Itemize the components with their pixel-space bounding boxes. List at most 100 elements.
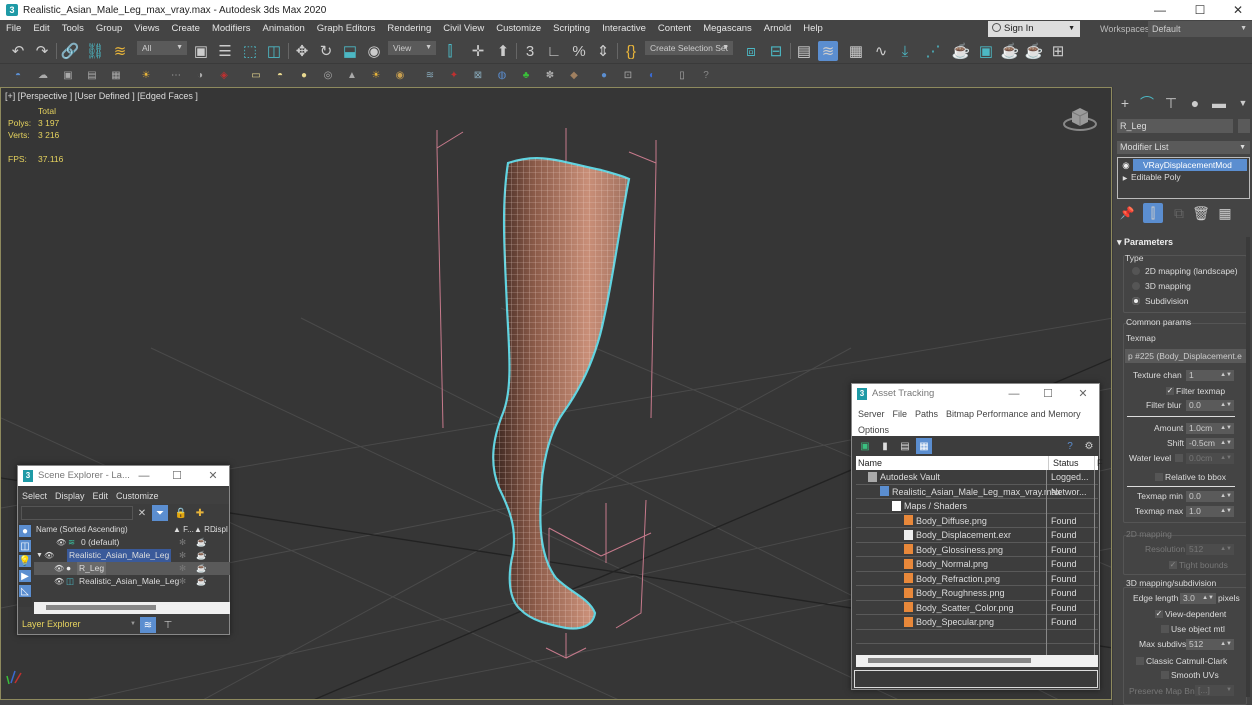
viewport-layout-icon[interactable]: ◓: [10, 67, 26, 83]
se-menu-select[interactable]: Select: [18, 488, 51, 504]
filter-texmap-checkbox[interactable]: ✓: [1166, 387, 1174, 395]
at-menu-bitmap-performance-and-memory[interactable]: Bitmap Performance and Memory: [942, 406, 1085, 422]
list-icon[interactable]: ▤: [84, 67, 100, 83]
column-header-full-path[interactable]: F: [1094, 456, 1103, 470]
keyboard-shortcut-override-icon[interactable]: ⬆: [493, 41, 513, 61]
selection-filter-dropdown[interactable]: All ▼: [137, 41, 187, 55]
globe-icon[interactable]: ◍: [494, 67, 510, 83]
stack-item-editable-poly[interactable]: ▶ Editable Poly: [1119, 171, 1248, 183]
relative-bbox-checkbox[interactable]: [1155, 473, 1163, 481]
help-circle-icon[interactable]: ?: [698, 67, 714, 83]
menu-group[interactable]: Group: [90, 20, 128, 37]
clear-search-icon[interactable]: ✕: [134, 505, 150, 521]
menu-scripting[interactable]: Scripting: [547, 20, 596, 37]
edge-length-spinner[interactable]: 3.0 ▲▼: [1180, 593, 1216, 604]
render-in-cloud-icon[interactable]: ☕: [1024, 41, 1044, 61]
close-button[interactable]: ✕: [198, 466, 228, 486]
lock-icon[interactable]: 🔒: [173, 505, 189, 521]
layer-explorer-toggle-icon[interactable]: ≋: [818, 41, 838, 61]
refresh-icon[interactable]: ▣: [857, 438, 873, 454]
redo-icon[interactable]: ↷: [32, 41, 52, 61]
fur-icon[interactable]: ≋: [422, 67, 438, 83]
asset-row[interactable]: Body_Roughness.png Found: [856, 586, 1098, 601]
radio-subdivision[interactable]: [1132, 297, 1140, 305]
dna-icon[interactable]: ✦: [446, 67, 462, 83]
pivot-center-icon[interactable]: ⫿: [440, 41, 460, 61]
create-tab-icon[interactable]: +: [1115, 93, 1135, 113]
select-manipulate-icon[interactable]: ✛: [468, 41, 488, 61]
asset-row[interactable]: Autodesk Vault Logged...: [856, 470, 1098, 485]
renderable-teapot-icon[interactable]: ☕: [196, 575, 207, 588]
scene-explorer-row[interactable]: 👁 ● R_Leg ✻ ☕: [34, 562, 230, 575]
asset-row[interactable]: Body_Specular.png Found: [856, 615, 1098, 630]
eye-icon[interactable]: ◉: [1119, 159, 1133, 171]
renderable-teapot-icon[interactable]: ☕: [196, 562, 207, 575]
configure-modifier-sets-icon[interactable]: ▦: [1215, 203, 1235, 223]
menu-arnold[interactable]: Arnold: [758, 20, 797, 37]
particle-icon[interactable]: ⋯: [168, 67, 184, 83]
asset-row[interactable]: Body_Refraction.png Found: [856, 572, 1098, 586]
texmap-max-spinner[interactable]: 1.0 ▲▼: [1186, 506, 1234, 517]
texmap-button[interactable]: p #225 (Body_Displacement.e: [1125, 349, 1247, 363]
remove-modifier-icon[interactable]: 🗑: [1191, 203, 1211, 223]
column-header-name[interactable]: Name: [858, 456, 882, 470]
material-icon[interactable]: ◑: [192, 67, 208, 83]
curve-editor-icon[interactable]: ∿: [871, 41, 891, 61]
sun-icon[interactable]: ☀: [368, 67, 384, 83]
viewcube-icon[interactable]: [1062, 100, 1098, 136]
scene-explorer-toggle-icon[interactable]: ▤: [794, 41, 814, 61]
named-selection-dropdown[interactable]: Create Selection Set ▼: [645, 41, 733, 55]
ribbon-toggle-icon[interactable]: ▦: [846, 41, 866, 61]
table-view-icon[interactable]: ▦: [916, 438, 932, 454]
object-name-field[interactable]: R_Leg: [1117, 119, 1233, 133]
detail-view-icon[interactable]: ▤: [897, 438, 913, 454]
edit-named-selection-icon[interactable]: {}: [621, 41, 641, 61]
help-icon[interactable]: ?: [1062, 438, 1078, 454]
display-geometry-icon[interactable]: ●: [19, 525, 31, 537]
minimize-button[interactable]: —: [129, 466, 159, 486]
freeze-icon[interactable]: ✻: [179, 575, 186, 588]
parameters-rollout-header[interactable]: ▾ Parameters: [1117, 237, 1173, 248]
spinner-arrows-icon[interactable]: ▲▼: [1220, 400, 1232, 411]
asset-row[interactable]: Body_Displacement.exr Found: [856, 528, 1098, 543]
freeze-icon[interactable]: ✻: [179, 562, 186, 575]
freeze-icon[interactable]: ✻: [179, 549, 186, 562]
object-color-swatch[interactable]: [1238, 119, 1250, 133]
cloud-icon[interactable]: ☁: [35, 67, 51, 83]
maximize-button[interactable]: ☐: [162, 466, 192, 486]
bind-space-warp-icon[interactable]: ≋: [110, 41, 130, 61]
link-icon[interactable]: 🔗: [60, 41, 80, 61]
mirror-icon[interactable]: ⧈: [741, 41, 761, 61]
asset-row[interactable]: Realistic_Asian_Male_Leg_max_vray.max Net…: [856, 485, 1098, 499]
radio-3d-mapping[interactable]: [1132, 282, 1140, 290]
rock-icon[interactable]: ◆: [566, 67, 582, 83]
torus-icon[interactable]: ◎: [320, 67, 336, 83]
angle-snap-icon[interactable]: ∟: [544, 41, 564, 61]
display-lights-icon[interactable]: 💡: [19, 555, 31, 567]
display-cameras-icon[interactable]: ▶: [19, 570, 31, 582]
render-element-icon[interactable]: ◈: [216, 67, 232, 83]
sphere-icon[interactable]: ●: [296, 67, 312, 83]
settings-icon[interactable]: ⚙: [1081, 438, 1097, 454]
classic-catmull-clark-checkbox[interactable]: [1136, 657, 1144, 665]
scatter-icon[interactable]: ✽: [542, 67, 558, 83]
max-subdivs-spinner[interactable]: 512 ▲▼: [1186, 639, 1234, 650]
lock-layer-icon[interactable]: ⊡: [620, 67, 636, 83]
layer-explorer-icon[interactable]: ≋: [140, 617, 156, 633]
preserve-map-dropdown[interactable]: [...] ▼: [1195, 685, 1234, 696]
menu-modifiers[interactable]: Modifiers: [206, 20, 257, 37]
visibility-eye-icon[interactable]: 👁: [54, 575, 64, 588]
scene-explorer-row[interactable]: 👁 ◫ Realistic_Asian_Male_Leg ✻ ☕: [34, 575, 230, 588]
make-unique-icon[interactable]: ⧉: [1169, 203, 1189, 223]
asset-row[interactable]: Body_Diffuse.png Found: [856, 514, 1098, 528]
cone-icon[interactable]: ▲: [344, 67, 360, 83]
sign-in-dropdown[interactable]: Sign In ▼: [988, 21, 1080, 37]
spinner-arrows-icon[interactable]: ▲▼: [1220, 438, 1232, 449]
spinner-arrows-icon[interactable]: ▲▼: [1220, 370, 1232, 381]
workspaces-dropdown[interactable]: Default ▼: [1148, 21, 1252, 37]
minimize-button[interactable]: —: [999, 384, 1029, 404]
spinner-arrows-icon[interactable]: ▲▼: [1220, 639, 1232, 650]
texture-chan-spinner[interactable]: 1 ▲▼: [1186, 370, 1234, 381]
menu-content[interactable]: Content: [652, 20, 697, 37]
maximize-button[interactable]: ☐: [1033, 384, 1063, 404]
